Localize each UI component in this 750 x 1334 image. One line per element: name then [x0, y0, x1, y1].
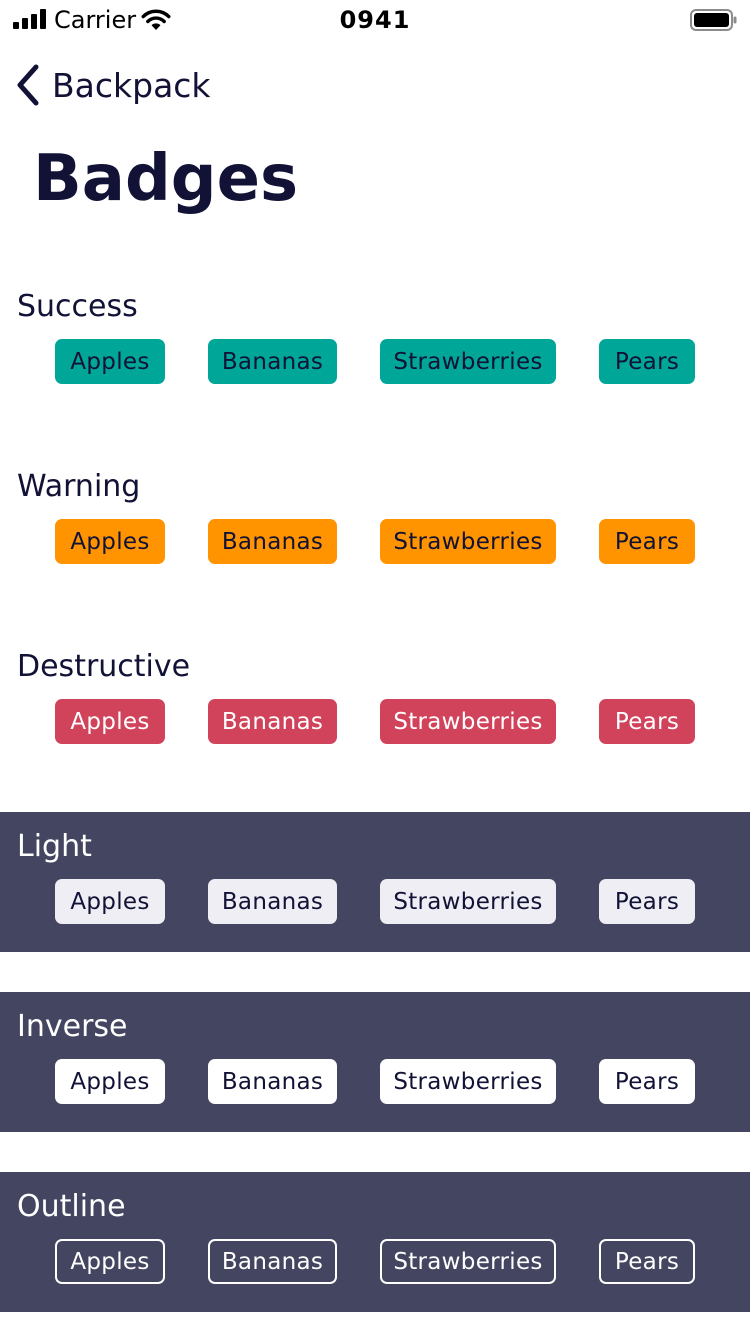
badge-apples: Apples [55, 519, 165, 564]
badge-apples: Apples [55, 339, 165, 384]
badge-pears: Pears [599, 1059, 695, 1104]
section-title: Inverse [17, 1009, 128, 1044]
badge-bananas: Bananas [208, 1239, 337, 1284]
battery-icon [690, 9, 737, 31]
badge-pears: Pears [599, 699, 695, 744]
badge-apples: Apples [55, 1059, 165, 1104]
badge-bananas: Bananas [208, 519, 337, 564]
badge-bananas: Bananas [208, 699, 337, 744]
status-time: 0941 [339, 6, 411, 34]
chevron-left-icon [17, 64, 39, 106]
badge-strawberries: Strawberries [380, 699, 556, 744]
badge-strawberries: Strawberries [380, 1239, 556, 1284]
section-light: Light Apples Bananas Strawberries Pears [0, 812, 750, 952]
section-outline: Outline Apples Bananas Strawberries Pear… [0, 1172, 750, 1312]
section-title: Light [17, 829, 92, 864]
badges-screen: Carrier 0941 Backpack Badges Success App… [0, 0, 750, 1334]
badge-strawberries: Strawberries [380, 879, 556, 924]
badge-apples: Apples [55, 699, 165, 744]
section-warning: Warning Apples Bananas Strawberries Pear… [0, 452, 750, 592]
section-inverse: Inverse Apples Bananas Strawberries Pear… [0, 992, 750, 1132]
page-title: Badges [33, 142, 299, 216]
badge-bananas: Bananas [208, 879, 337, 924]
section-title: Destructive [17, 649, 191, 684]
badge-bananas: Bananas [208, 339, 337, 384]
badge-pears: Pears [599, 879, 695, 924]
section-destructive: Destructive Apples Bananas Strawberries … [0, 632, 750, 772]
badge-bananas: Bananas [208, 1059, 337, 1104]
badge-pears: Pears [599, 519, 695, 564]
badge-pears: Pears [599, 339, 695, 384]
badge-pears: Pears [599, 1239, 695, 1284]
badge-apples: Apples [55, 879, 165, 924]
section-title: Outline [17, 1189, 126, 1224]
badge-apples: Apples [55, 1239, 165, 1284]
section-title: Success [17, 289, 138, 324]
badge-strawberries: Strawberries [380, 519, 556, 564]
badge-strawberries: Strawberries [380, 339, 556, 384]
status-bar: Carrier 0941 [0, 0, 750, 40]
section-title: Warning [17, 469, 141, 504]
back-button[interactable]: Backpack [14, 60, 211, 110]
badge-strawberries: Strawberries [380, 1059, 556, 1104]
section-success: Success Apples Bananas Strawberries Pear… [0, 272, 750, 412]
back-button-label: Backpack [52, 65, 211, 105]
